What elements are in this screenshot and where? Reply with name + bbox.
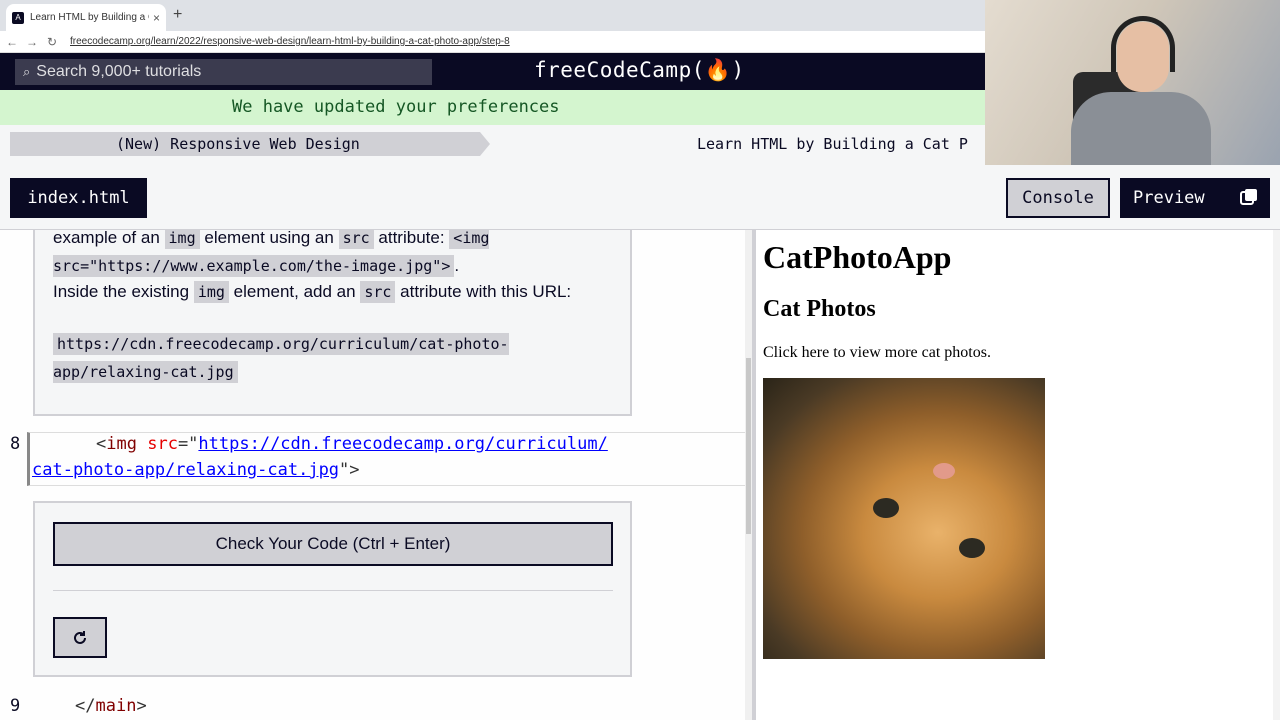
- code-line-8[interactable]: 8 <img src="https://cdn.freecodecamp.org…: [0, 432, 752, 486]
- breadcrumb-course-label: (New) Responsive Web Design: [116, 135, 360, 153]
- code-text-wrapped[interactable]: cat-photo-app/relaxing-cat.jpg">: [32, 460, 360, 480]
- reset-icon: [74, 630, 86, 644]
- instructions-paragraph-task: Inside the existing img element, add an …: [53, 281, 572, 303]
- webcam-overlay: [985, 0, 1280, 165]
- search-placeholder: Search 9,000+ tutorials: [36, 63, 202, 80]
- action-panel: Check Your Code (Ctrl + Enter): [33, 501, 632, 677]
- code-token-tag: main: [95, 696, 137, 716]
- preview-heading: CatPhotoApp: [763, 239, 952, 275]
- code-token-tag: img: [106, 434, 137, 454]
- search-icon: ⌕: [23, 64, 31, 79]
- instructions-paragraph-example: example of an img element using an src a…: [53, 230, 613, 280]
- instructions-text: element, add an: [233, 282, 356, 301]
- webcam-headphones: [1111, 16, 1175, 72]
- search-input[interactable]: ⌕ Search 9,000+ tutorials: [15, 59, 432, 85]
- preview-paragraph: Click here to view more cat photos.: [763, 344, 991, 361]
- console-button[interactable]: Console: [1006, 178, 1110, 218]
- inline-code: src: [338, 230, 374, 249]
- instructions-panel: example of an img element using an src a…: [33, 230, 632, 416]
- preview-subheading: Cat Photos: [763, 296, 876, 322]
- cat-eye: [873, 498, 899, 518]
- fcc-logo[interactable]: freeCodeCamp(🔥): [534, 58, 745, 83]
- code-token: </: [75, 696, 96, 716]
- instructions-url-block: https://cdn.freecodecamp.org/curriculum/…: [53, 330, 553, 386]
- line-number: 8: [10, 434, 21, 454]
- tab-close-icon[interactable]: ×: [153, 11, 160, 25]
- instructions-text: .: [454, 256, 460, 275]
- cat-image: [763, 378, 1045, 659]
- url-field[interactable]: freecodecamp.org/learn/2022/responsive-w…: [70, 36, 510, 47]
- inline-code: img: [164, 230, 200, 249]
- preview-button-label: Preview: [1133, 188, 1205, 208]
- instructions-text: attribute:: [378, 230, 445, 247]
- cat-eye: [959, 538, 985, 558]
- code-text[interactable]: </main>: [75, 696, 147, 716]
- instructions-text: example of an: [53, 230, 160, 247]
- code-token: >: [136, 696, 147, 716]
- code-token: =": [177, 434, 199, 454]
- inline-code-url: https://cdn.freecodecamp.org/curriculum/…: [53, 333, 509, 383]
- forward-arrow-icon[interactable]: →: [24, 35, 40, 49]
- back-arrow-icon[interactable]: ←: [4, 35, 20, 49]
- editor-scrollbar[interactable]: [745, 230, 752, 720]
- preview-button[interactable]: Preview: [1120, 178, 1270, 218]
- inline-code: img: [193, 281, 229, 303]
- preview-pane: CatPhotoApp Cat Photos Click here to vie…: [756, 230, 1280, 720]
- code-text[interactable]: <img src="https://cdn.freecodecamp.org/c…: [96, 434, 608, 454]
- preview-scrollbar[interactable]: [1273, 230, 1280, 720]
- browser-tab-title: Learn HTML by Building a Cat: [30, 12, 149, 23]
- code-line-9[interactable]: 9 </main>: [0, 694, 752, 720]
- instructions-text: attribute with this URL:: [400, 282, 572, 301]
- new-tab-icon[interactable]: +: [173, 6, 182, 24]
- reload-icon[interactable]: ↻: [44, 35, 60, 49]
- breadcrumb-project[interactable]: Learn HTML by Building a Cat P: [697, 135, 968, 153]
- instructions-text: element using an: [204, 230, 334, 247]
- webcam-person-body: [1071, 92, 1211, 165]
- divider: [53, 590, 613, 591]
- check-code-button[interactable]: Check Your Code (Ctrl + Enter): [53, 522, 613, 566]
- instructions-text: Inside the existing: [53, 282, 190, 301]
- code-token-attr: src: [147, 434, 178, 454]
- breadcrumb-course[interactable]: (New) Responsive Web Design: [10, 132, 490, 156]
- browser-tab[interactable]: A Learn HTML by Building a Cat ×: [6, 4, 166, 31]
- code-token: ">: [339, 460, 360, 480]
- inline-code: src: [360, 281, 396, 303]
- code-token-url: https://cdn.freecodecamp.org/curriculum/: [198, 434, 608, 454]
- code-token: <: [96, 434, 107, 454]
- reset-button[interactable]: [53, 617, 107, 658]
- code-token-url: cat-photo-app/relaxing-cat.jpg: [32, 460, 340, 480]
- popout-icon[interactable]: [1238, 186, 1260, 208]
- code-editor[interactable]: example of an img element using an src a…: [0, 230, 752, 720]
- line-number: 9: [10, 696, 21, 716]
- cat-nose: [933, 463, 955, 479]
- tab-index-html[interactable]: index.html: [10, 178, 147, 218]
- flash-message-text: We have updated your preferences: [232, 97, 560, 117]
- editor-scrollbar-thumb[interactable]: [746, 358, 751, 534]
- editor-toolbar: index.html Console Preview: [0, 163, 1280, 230]
- freecodecamp-favicon-icon: A: [12, 11, 24, 24]
